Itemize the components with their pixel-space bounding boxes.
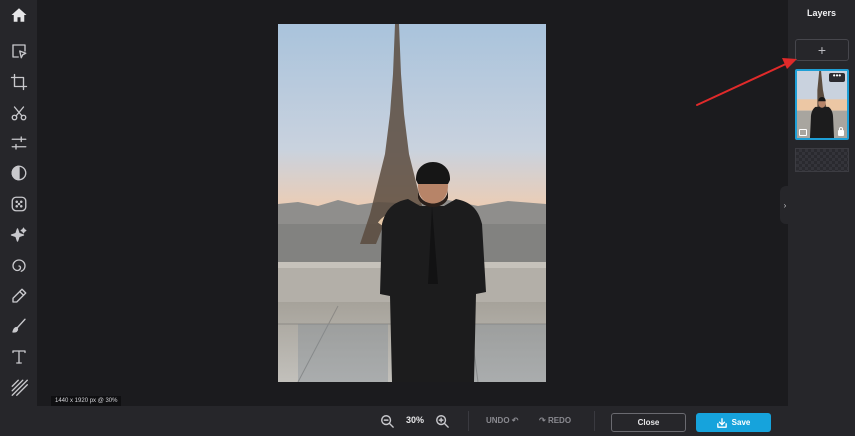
undo-button[interactable]: UNDO ↶	[486, 416, 519, 425]
retouch-tool[interactable]	[0, 281, 37, 311]
texture-tool[interactable]	[0, 189, 37, 219]
text-icon	[11, 350, 26, 364]
pattern-icon	[11, 379, 28, 396]
brush-icon	[11, 318, 26, 333]
home-icon	[11, 8, 26, 22]
zoom-in-icon	[436, 415, 449, 428]
add-layer-button[interactable]: +	[795, 39, 849, 61]
zoom-out-icon	[381, 415, 394, 428]
effects-icon	[10, 227, 26, 242]
save-button[interactable]: Save	[696, 413, 771, 432]
spiral-tool[interactable]	[0, 251, 37, 281]
adjust-icon	[11, 136, 26, 150]
photo-editor: 1440 x 1920 px @ 30% › Layers + ••• 30% …	[0, 0, 855, 436]
cut-icon	[11, 106, 26, 121]
eiffel-tower-photo	[278, 24, 546, 382]
bottom-toolbar: 30% UNDO ↶ ↷ REDO Close Save	[0, 406, 855, 436]
layer-item-photo[interactable]: •••	[795, 69, 849, 140]
home-button[interactable]	[0, 0, 37, 30]
canvas-area[interactable]: 1440 x 1920 px @ 30%	[37, 0, 788, 406]
pattern-tool[interactable]	[0, 372, 37, 402]
lock-icon[interactable]	[838, 127, 844, 136]
crop-icon	[10, 73, 27, 91]
select-icon	[11, 44, 26, 59]
layers-panel: Layers + •••	[788, 0, 855, 436]
brush-tool[interactable]	[0, 311, 37, 341]
divider	[468, 411, 469, 431]
layer-item-empty[interactable]	[795, 148, 849, 172]
panel-title: Layers	[806, 8, 837, 18]
canvas-dimensions: 1440 x 1920 px @ 30%	[51, 396, 122, 406]
redo-icon: ↷	[539, 416, 548, 425]
divider	[594, 411, 595, 431]
undo-label: UNDO	[486, 416, 510, 425]
close-button[interactable]: Close	[611, 413, 686, 432]
photo-canvas[interactable]	[278, 24, 546, 382]
cut-tool[interactable]	[0, 98, 37, 128]
save-label: Save	[731, 418, 751, 427]
save-icon	[716, 417, 727, 428]
adjust-tool[interactable]	[0, 128, 37, 158]
contrast-icon	[11, 165, 26, 181]
tool-sidebar	[0, 0, 37, 406]
retouch-icon	[11, 288, 26, 303]
zoom-level: 30%	[405, 415, 424, 425]
layer-more-button[interactable]: •••	[829, 72, 845, 82]
crop-tool[interactable]	[0, 67, 37, 97]
redo-button[interactable]: ↷ REDO	[539, 416, 571, 425]
zoom-out-button[interactable]	[380, 414, 394, 428]
effects-tool[interactable]	[0, 220, 37, 250]
zoom-in-button[interactable]	[435, 414, 449, 428]
undo-icon: ↶	[511, 416, 519, 425]
redo-label: REDO	[547, 416, 572, 425]
plus-icon: +	[817, 42, 827, 58]
contrast-tool[interactable]	[0, 158, 37, 188]
image-layer-icon	[799, 129, 807, 136]
text-tool[interactable]	[0, 342, 37, 372]
texture-icon	[11, 196, 26, 212]
spiral-icon	[11, 259, 26, 272]
chevron-right-icon: ›	[783, 200, 787, 210]
select-tool[interactable]	[0, 36, 37, 66]
